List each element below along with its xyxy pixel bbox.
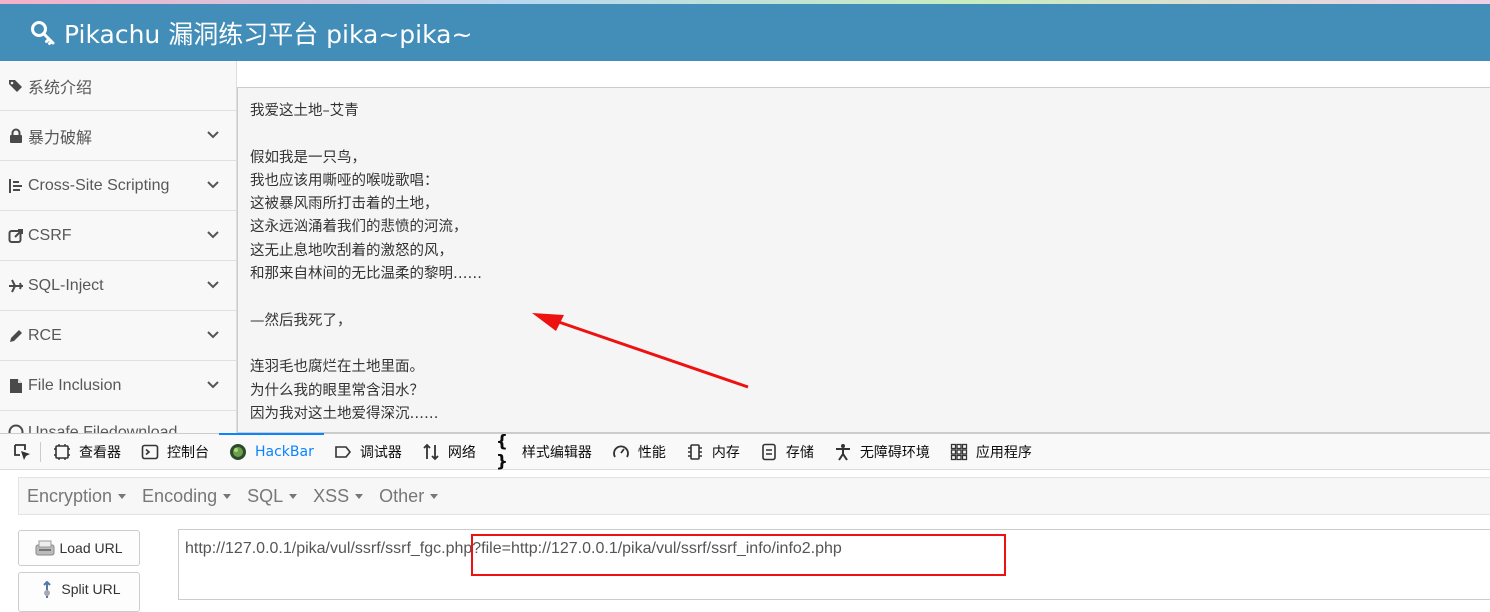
tab-console[interactable]: 控制台 bbox=[131, 434, 219, 470]
sidebar-item-intro[interactable]: 系统介绍 bbox=[0, 61, 236, 111]
caret-down-icon bbox=[118, 493, 127, 499]
annotation-arrow bbox=[532, 313, 749, 389]
sidebar-item-label: Unsafe Filedownload bbox=[28, 424, 178, 433]
menu-label: Other bbox=[379, 485, 425, 506]
picker-icon bbox=[14, 443, 30, 460]
poem-text: 我爱这土地–艾青 假如我是一只鸟， 我也应该用嘶哑的喉咙歌唱： 这被暴风雨所打击… bbox=[250, 103, 482, 422]
sidebar-item-label: Cross-Site Scripting bbox=[28, 176, 170, 194]
tab-label: HackBar bbox=[255, 443, 314, 460]
menu-sql[interactable]: SQL bbox=[239, 486, 305, 507]
sidebar-item-label: RCE bbox=[28, 326, 62, 344]
sidebar-item-label: 暴力破解 bbox=[28, 129, 93, 147]
accessibility-icon bbox=[834, 443, 852, 461]
load-url-button[interactable]: Load URL bbox=[18, 530, 140, 566]
application-icon bbox=[950, 443, 968, 461]
chevron-down-icon bbox=[207, 381, 219, 389]
tab-label: 控制台 bbox=[167, 444, 209, 461]
element-picker-button[interactable] bbox=[6, 434, 38, 470]
chevron-down-icon bbox=[207, 281, 219, 289]
debugger-icon bbox=[334, 443, 352, 461]
tab-label: 调试器 bbox=[359, 444, 402, 461]
sidebar-item-label: File Inclusion bbox=[28, 376, 122, 394]
menu-label: SQL bbox=[247, 485, 284, 506]
console-icon bbox=[141, 443, 159, 461]
menu-label: Encoding bbox=[142, 485, 218, 506]
tab-label: 网络 bbox=[447, 444, 476, 461]
list-icon bbox=[8, 178, 24, 194]
tab-label: 应用程序 bbox=[975, 444, 1032, 461]
sidebar-item-csrf[interactable]: CSRF bbox=[0, 211, 236, 261]
sidebar-item-label: 系统介绍 bbox=[28, 79, 93, 97]
share-icon bbox=[8, 228, 24, 244]
inspector-icon bbox=[53, 443, 71, 461]
menu-label: XSS bbox=[313, 485, 350, 506]
tab-performance[interactable]: 性能 bbox=[602, 434, 676, 470]
button-label: Load URL bbox=[59, 540, 123, 556]
memory-icon bbox=[686, 443, 704, 461]
sidebar-item-unsafe-filedownload[interactable]: Unsafe Filedownload bbox=[0, 411, 236, 433]
key-icon bbox=[31, 20, 55, 45]
chevron-down-icon bbox=[207, 331, 219, 339]
menu-label: Encryption bbox=[27, 485, 113, 506]
sidebar-item-xss[interactable]: Cross-Site Scripting bbox=[0, 161, 236, 211]
load-url-icon bbox=[35, 540, 55, 556]
sidebar: 系统介绍 暴力破解 Cross-Site Scripting CSRF SQL-… bbox=[0, 61, 237, 433]
network-icon bbox=[422, 443, 440, 461]
tab-accessibility[interactable]: 无障碍环境 bbox=[824, 434, 940, 470]
plane-icon bbox=[8, 278, 24, 294]
menu-encoding[interactable]: Encoding bbox=[134, 486, 239, 507]
tab-storage[interactable]: 存储 bbox=[750, 434, 824, 470]
devtools-toolbar: 查看器 控制台 HackBar 调试器 网络 { } 样式编辑器 性能 内存 存… bbox=[0, 431, 1490, 472]
hackbar-icon bbox=[229, 443, 247, 461]
menu-xss[interactable]: XSS bbox=[305, 486, 371, 507]
app-title: Pikachu 漏洞练习平台 pika~pika~ bbox=[64, 19, 473, 49]
performance-icon bbox=[612, 443, 630, 461]
tab-style-editor[interactable]: { } 样式编辑器 bbox=[486, 431, 602, 472]
caret-down-icon bbox=[430, 493, 439, 499]
annotation-highlight-box bbox=[471, 534, 1006, 576]
tab-label: 性能 bbox=[637, 444, 666, 461]
caret-down-icon bbox=[355, 493, 364, 499]
tab-label: 内存 bbox=[711, 444, 740, 461]
tab-label: 样式编辑器 bbox=[521, 444, 592, 461]
storage-icon bbox=[760, 443, 778, 461]
tab-hackbar[interactable]: HackBar bbox=[219, 432, 324, 470]
sidebar-item-rce[interactable]: RCE bbox=[0, 311, 236, 361]
split-url-icon bbox=[43, 581, 52, 598]
caret-down-icon bbox=[223, 493, 232, 499]
split-url-button[interactable]: Split URL bbox=[18, 572, 140, 612]
menu-encryption[interactable]: Encryption bbox=[19, 486, 134, 507]
sidebar-item-label: CSRF bbox=[28, 226, 72, 244]
style-editor-icon: { } bbox=[495, 431, 508, 472]
pencil-icon bbox=[8, 328, 24, 344]
sidebar-item-label: SQL-Inject bbox=[28, 276, 104, 294]
hackbar-menu: Encryption Encoding SQL XSS Other bbox=[18, 477, 1490, 515]
button-label: Split URL bbox=[61, 581, 121, 597]
tab-application[interactable]: 应用程序 bbox=[940, 434, 1042, 470]
tab-inspector[interactable]: 查看器 bbox=[43, 434, 131, 470]
download-icon bbox=[8, 424, 24, 433]
sidebar-item-sql-inject[interactable]: SQL-Inject bbox=[0, 261, 236, 311]
file-icon bbox=[8, 378, 24, 394]
tab-debugger[interactable]: 调试器 bbox=[324, 434, 412, 470]
tab-network[interactable]: 网络 bbox=[412, 434, 486, 470]
menu-other[interactable]: Other bbox=[371, 486, 446, 507]
lock-icon bbox=[8, 128, 24, 144]
app-header: Pikachu 漏洞练习平台 pika~pika~ bbox=[0, 4, 1490, 61]
tab-label: 无障碍环境 bbox=[859, 444, 930, 461]
caret-down-icon bbox=[289, 493, 298, 499]
tab-label: 查看器 bbox=[79, 444, 121, 461]
chevron-down-icon bbox=[207, 131, 219, 139]
chevron-down-icon bbox=[207, 181, 219, 189]
sidebar-item-brute-force[interactable]: 暴力破解 bbox=[0, 111, 236, 161]
content-top-area bbox=[237, 61, 1490, 87]
sidebar-item-file-inclusion[interactable]: File Inclusion bbox=[0, 361, 236, 411]
chevron-down-icon bbox=[207, 231, 219, 239]
poem-output: 我爱这土地–艾青 假如我是一只鸟， 我也应该用嘶哑的喉咙歌唱： 这被暴风雨所打击… bbox=[237, 87, 1490, 433]
tab-label: 存储 bbox=[785, 444, 814, 461]
tab-memory[interactable]: 内存 bbox=[676, 434, 750, 470]
tags-icon bbox=[8, 78, 24, 94]
toolbar-separator bbox=[40, 441, 41, 462]
